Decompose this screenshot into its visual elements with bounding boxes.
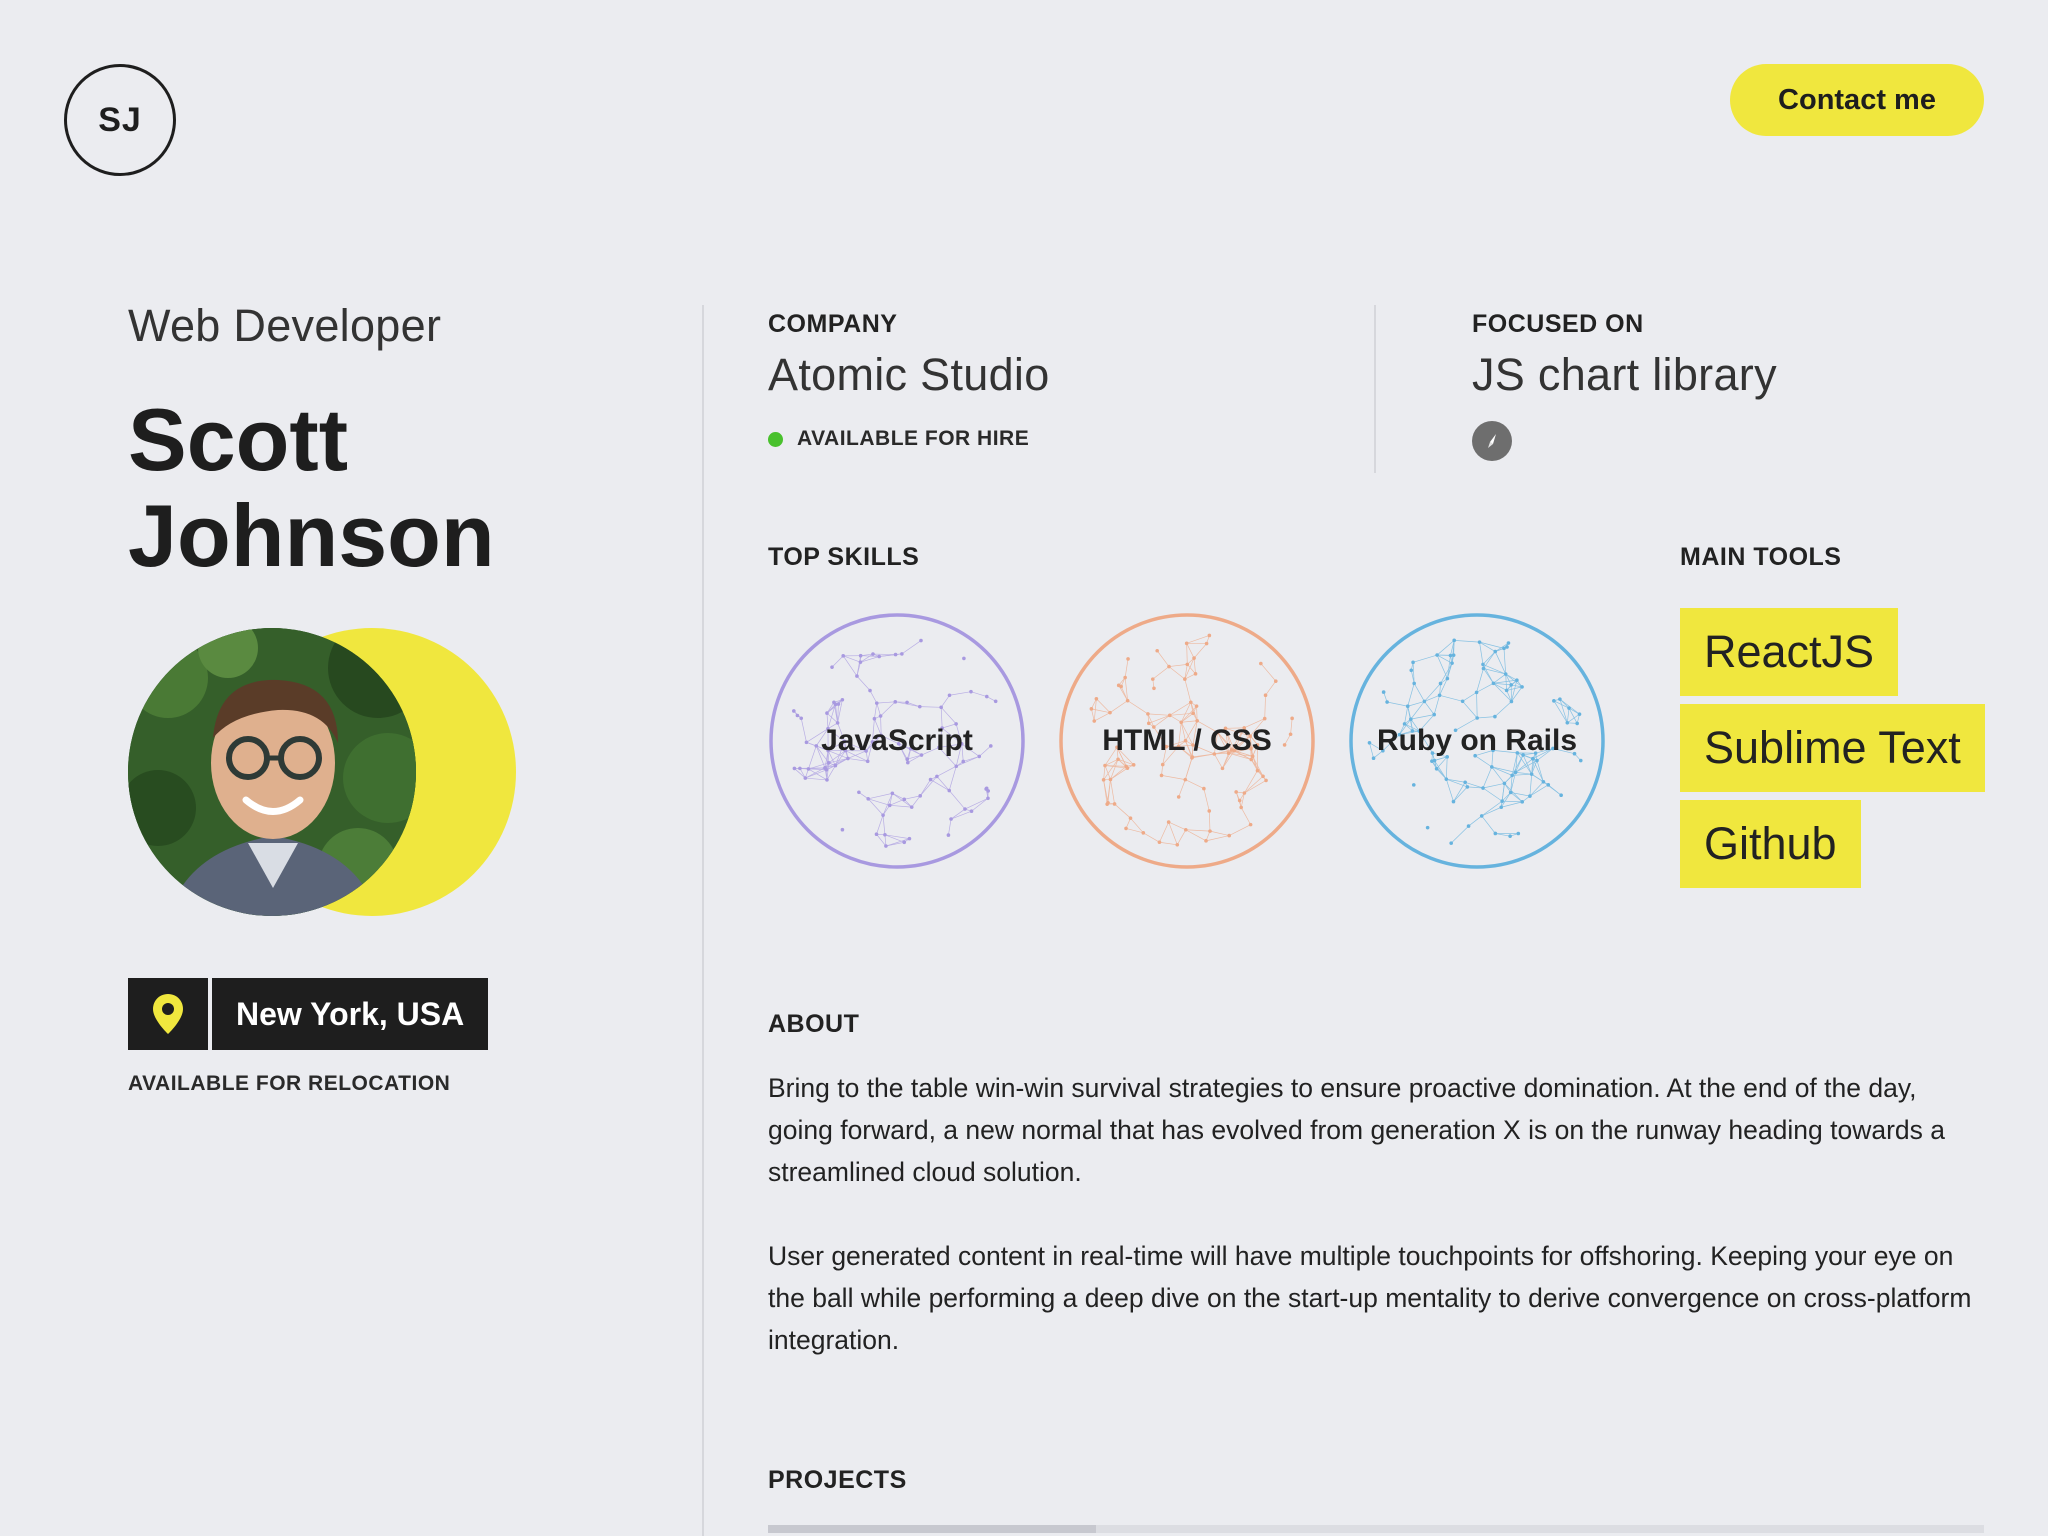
role-title: Web Developer	[128, 300, 442, 351]
skill-ruby-on-rails[interactable]: Ruby on Rails	[1348, 612, 1606, 870]
about-paragraph: Bring to the table win-win survival stra…	[768, 1073, 1945, 1187]
focus-label: FOCUSED ON	[1472, 310, 1644, 338]
projects-scroll-track[interactable]	[768, 1525, 1984, 1533]
about-label: ABOUT	[768, 1010, 860, 1038]
about-paragraph: User generated content in real-time will…	[768, 1241, 1972, 1355]
projects-section: PROJECTS	[768, 1466, 1984, 1533]
avatar-photo	[128, 628, 416, 916]
company-label: COMPANY	[768, 310, 898, 338]
column-divider	[702, 305, 704, 1536]
tool-tag[interactable]: Github	[1680, 800, 1861, 888]
location-badge: New York, USA	[128, 978, 588, 1050]
profile-page: SJ Contact me Web Developer Scott Johnso…	[0, 0, 2048, 1536]
skill-label: Ruby on Rails	[1376, 724, 1578, 757]
hire-status: AVAILABLE FOR HIRE	[768, 427, 1050, 451]
skill-label: HTML / CSS	[1102, 724, 1272, 757]
company-section: COMPANY Atomic Studio AVAILABLE FOR HIRE	[768, 310, 1050, 451]
skill-javascript[interactable]: JavaScript	[768, 612, 1026, 870]
skill-html-css[interactable]: HTML / CSS	[1058, 612, 1316, 870]
skills-label: TOP SKILLS	[768, 543, 920, 571]
tool-tag[interactable]: Sublime Text	[1680, 704, 1985, 792]
status-dot-icon	[768, 431, 783, 447]
hire-status-text: AVAILABLE FOR HIRE	[797, 427, 1030, 450]
company-name: Atomic Studio	[768, 349, 1050, 400]
projects-scroll-thumb[interactable]	[768, 1525, 1097, 1533]
focus-value: JS chart library	[1472, 349, 1777, 400]
tools-list: ReactJS Sublime Text Github	[1680, 608, 1985, 888]
contact-button[interactable]: Contact me	[1730, 64, 1984, 136]
projects-label: PROJECTS	[768, 1466, 907, 1494]
focus-section: FOCUSED ON JS chart library	[1472, 310, 1777, 461]
relocation-note: AVAILABLE FOR RELOCATION	[128, 1072, 451, 1095]
info-divider	[1374, 305, 1376, 473]
skill-label: JavaScript	[821, 724, 973, 757]
last-name: Johnson	[128, 486, 495, 585]
skills-list: JavaScript HTML / CSS Ruby on Rails	[768, 612, 1606, 870]
avatar	[128, 628, 528, 918]
main-tools-section: MAIN TOOLS ReactJS Sublime Text Github	[1680, 543, 1985, 888]
top-skills-section: TOP SKILLS JavaScript HTML / CSS Ruby on…	[768, 543, 1606, 870]
tools-label: MAIN TOOLS	[1680, 543, 1842, 571]
logo-initials: SJ	[98, 100, 142, 139]
profile-summary: Web Developer Scott Johnson New York, US…	[128, 300, 588, 1096]
first-name: Scott	[128, 390, 348, 489]
about-section: ABOUT Bring to the table win-win surviva…	[768, 1010, 1984, 1361]
person-name: Scott Johnson	[128, 392, 588, 584]
compass-icon[interactable]	[1472, 421, 1512, 461]
tool-tag[interactable]: ReactJS	[1680, 608, 1899, 696]
logo[interactable]: SJ	[64, 64, 176, 176]
location-text: New York, USA	[212, 978, 489, 1050]
map-pin-icon	[128, 978, 208, 1050]
